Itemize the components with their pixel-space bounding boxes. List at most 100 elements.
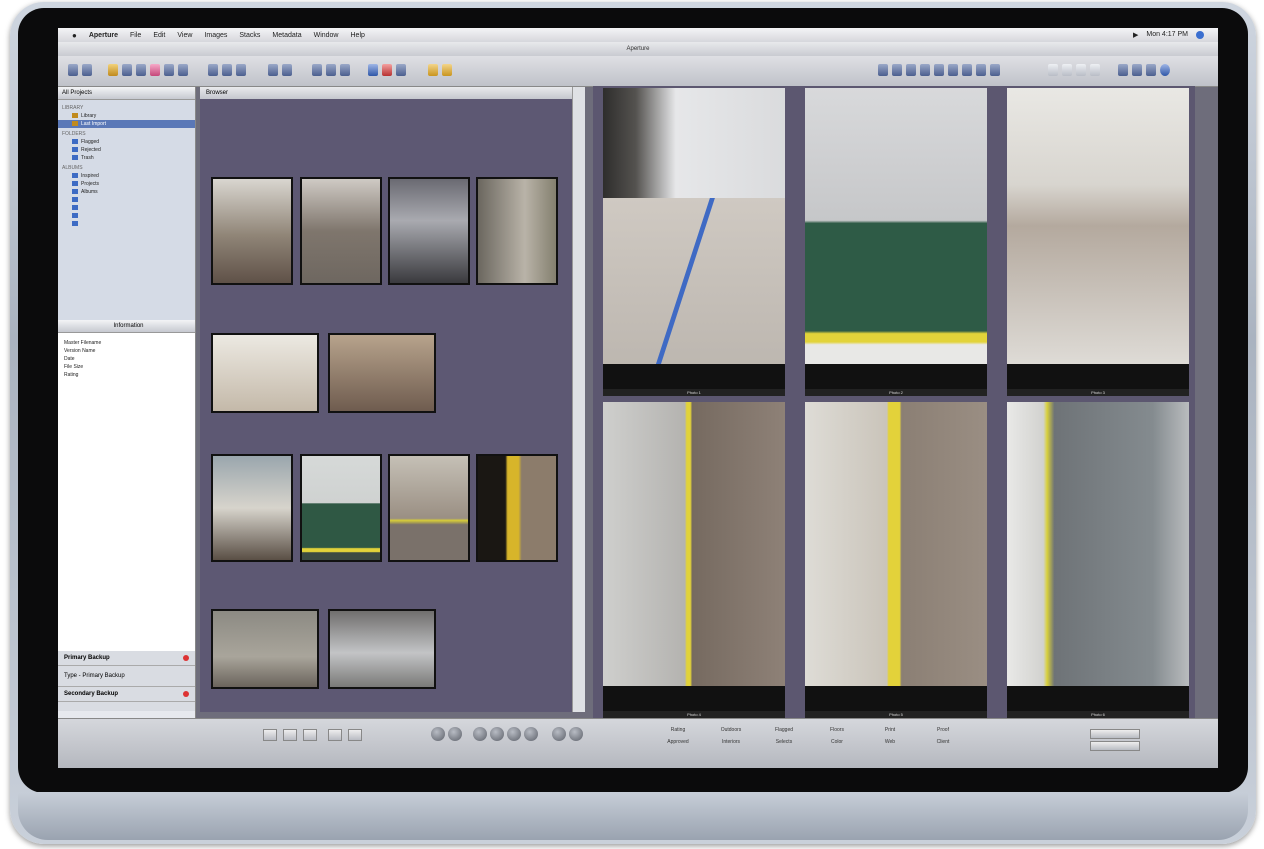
- thumbnail[interactable]: [211, 609, 319, 689]
- stack-button[interactable]: [303, 729, 317, 741]
- viewer-mode-icon[interactable]: [368, 64, 378, 76]
- tree-item-albums[interactable]: Albums: [58, 188, 195, 196]
- thumbnail[interactable]: [211, 333, 319, 413]
- tree-item-library[interactable]: Library: [58, 112, 195, 120]
- keyword-button[interactable]: Web: [875, 739, 905, 745]
- next-button[interactable]: [448, 727, 462, 741]
- fullscreen-icon[interactable]: [382, 64, 392, 76]
- loupe-icon[interactable]: [396, 64, 406, 76]
- thumbnail[interactable]: [300, 177, 382, 285]
- menu-help[interactable]: Help: [351, 32, 365, 39]
- email-icon[interactable]: [428, 64, 438, 76]
- thumbnail[interactable]: [300, 454, 382, 562]
- tree-item-rejected[interactable]: Rejected: [58, 146, 195, 154]
- stack-icon[interactable]: [208, 64, 218, 76]
- clock[interactable]: Mon 4:17 PM: [1146, 31, 1188, 39]
- rotate-left-icon[interactable]: [268, 64, 278, 76]
- rotate-right-button[interactable]: [283, 729, 297, 741]
- pick-icon[interactable]: [236, 64, 246, 76]
- keyword-button[interactable]: Color: [822, 739, 852, 745]
- stamp-tool-icon[interactable]: [976, 64, 986, 76]
- next-page-button[interactable]: [569, 727, 583, 741]
- menu-metadata[interactable]: Metadata: [272, 32, 301, 39]
- grid-view-icon[interactable]: [1048, 64, 1058, 76]
- select-button[interactable]: [524, 727, 538, 741]
- tree-item-flagged[interactable]: Flagged: [58, 138, 195, 146]
- volume-icon[interactable]: ▶: [1133, 31, 1138, 39]
- previous-button[interactable]: [431, 727, 445, 741]
- tree-item-album[interactable]: [58, 196, 195, 204]
- apply-keyword-button[interactable]: [1090, 741, 1140, 751]
- new-project-icon[interactable]: [68, 64, 78, 76]
- keyword-button[interactable]: Floors: [822, 727, 852, 733]
- rotate-right-icon[interactable]: [282, 64, 292, 76]
- primary-only-icon[interactable]: [326, 64, 336, 76]
- projects-header[interactable]: All Projects: [58, 87, 195, 100]
- keyword-button[interactable]: Client: [928, 739, 958, 745]
- print-icon[interactable]: [442, 64, 452, 76]
- secondary-backup[interactable]: Secondary Backup: [58, 687, 195, 702]
- decrease-rating-button[interactable]: [490, 727, 504, 741]
- pick-button[interactable]: [328, 729, 342, 741]
- viewer-photo[interactable]: Photo 2: [805, 88, 987, 396]
- straighten-tool-icon[interactable]: [906, 64, 916, 76]
- thumbnail[interactable]: [388, 454, 470, 562]
- thumbnail[interactable]: [476, 454, 558, 562]
- adjustments-icon[interactable]: [1132, 64, 1142, 76]
- keyword-button[interactable]: Proof: [928, 727, 958, 733]
- help-icon[interactable]: [1160, 64, 1170, 76]
- viewer-photo[interactable]: Photo 4: [603, 402, 785, 718]
- info-view-icon[interactable]: [1090, 64, 1100, 76]
- web-gallery-icon[interactable]: [164, 64, 174, 76]
- primary-backup[interactable]: Primary Backup: [58, 651, 195, 666]
- thumbnail[interactable]: [211, 454, 293, 562]
- smart-album-icon[interactable]: [136, 64, 146, 76]
- keyword-button[interactable]: Selects: [769, 739, 799, 745]
- menu-images[interactable]: Images: [204, 32, 227, 39]
- viewer-photo[interactable]: Photo 6: [1007, 402, 1189, 718]
- menu-edit[interactable]: Edit: [153, 32, 165, 39]
- redeye-tool-icon[interactable]: [934, 64, 944, 76]
- zoom-tool-icon[interactable]: [990, 64, 1000, 76]
- keyword-button[interactable]: Rating: [663, 727, 693, 733]
- spot-patch-tool-icon[interactable]: [948, 64, 958, 76]
- thumbnail[interactable]: [476, 177, 558, 285]
- list-view-icon[interactable]: [1062, 64, 1072, 76]
- compare-icon[interactable]: [312, 64, 322, 76]
- keyword-button[interactable]: Print: [875, 727, 905, 733]
- previous-page-button[interactable]: [552, 727, 566, 741]
- tree-item-album[interactable]: [58, 220, 195, 228]
- menu-stacks[interactable]: Stacks: [239, 32, 260, 39]
- import-icon[interactable]: [108, 64, 118, 76]
- inspector-icon[interactable]: [1118, 64, 1128, 76]
- unstack-icon[interactable]: [222, 64, 232, 76]
- keyword-button[interactable]: Flagged: [769, 727, 799, 733]
- browser-scrollbar[interactable]: [572, 87, 585, 712]
- filmstrip-icon[interactable]: [1076, 64, 1086, 76]
- reject-button[interactable]: [473, 727, 487, 741]
- menu-view[interactable]: View: [177, 32, 192, 39]
- thumbnail[interactable]: [388, 177, 470, 285]
- stack-mode-icon[interactable]: [340, 64, 350, 76]
- light-table-icon[interactable]: [150, 64, 160, 76]
- apple-menu-icon[interactable]: ●: [72, 31, 77, 40]
- info-button[interactable]: [348, 729, 362, 741]
- rotate-tool-icon[interactable]: [892, 64, 902, 76]
- thumbnail[interactable]: [328, 333, 436, 413]
- spotlight-icon[interactable]: [1196, 31, 1204, 39]
- new-album-icon[interactable]: [122, 64, 132, 76]
- metadata-icon[interactable]: [1146, 64, 1156, 76]
- keyword-button[interactable]: Outdoors: [716, 727, 746, 733]
- thumbnail[interactable]: [328, 609, 436, 689]
- new-folder-icon[interactable]: [82, 64, 92, 76]
- crop-tool-icon[interactable]: [920, 64, 930, 76]
- metadata-header[interactable]: Information: [58, 320, 195, 333]
- increase-rating-button[interactable]: [507, 727, 521, 741]
- menu-window[interactable]: Window: [314, 32, 339, 39]
- book-icon[interactable]: [178, 64, 188, 76]
- keyword-button[interactable]: Approved: [663, 739, 693, 745]
- keyword-button[interactable]: Interiors: [716, 739, 746, 745]
- menu-file[interactable]: File: [130, 32, 141, 39]
- tree-item-inspired[interactable]: Inspired: [58, 172, 195, 180]
- viewer-photo[interactable]: Photo 1: [603, 88, 785, 396]
